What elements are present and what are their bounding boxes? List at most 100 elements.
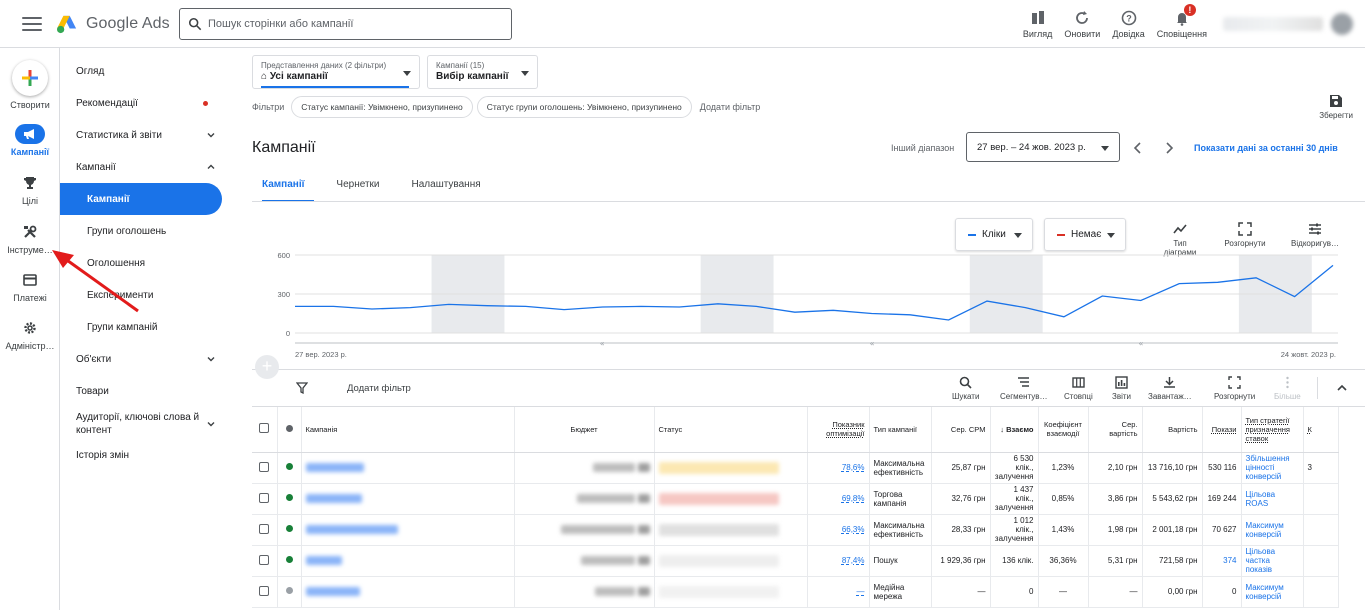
header-impressions[interactable]: Покази xyxy=(1202,407,1242,453)
chevron-right-icon[interactable] xyxy=(1164,142,1174,154)
chart-adjust-button[interactable]: Відкоригув… xyxy=(1288,222,1342,248)
nav-campaigns-group[interactable]: Кампанії xyxy=(60,151,230,183)
table-row[interactable]: 69,8% Торгова кампанія 32,76 грн 1 437 клік… xyxy=(252,483,1339,515)
tab-campaigns[interactable]: Кампанії xyxy=(252,176,315,202)
nav-audiences[interactable]: Аудиторії, ключові слова й контент xyxy=(60,406,230,442)
columns-button[interactable]: Стовпці xyxy=(1064,376,1093,401)
account-info[interactable] xyxy=(1223,17,1323,31)
select-all-checkbox[interactable] xyxy=(252,407,278,453)
nav-ads[interactable]: Оголошення xyxy=(60,247,230,279)
row-checkbox-cell[interactable] xyxy=(252,514,278,546)
chevron-left-icon[interactable] xyxy=(1133,142,1143,154)
search-input[interactable] xyxy=(208,18,498,30)
header-interactions[interactable]: ↓ Взаємо xyxy=(990,407,1039,453)
tab-settings[interactable]: Налаштування xyxy=(412,176,491,202)
budget-cell[interactable] xyxy=(514,452,655,484)
nav-ad-groups[interactable]: Групи оголошень xyxy=(60,215,230,247)
opt-score-cell[interactable]: 87,4% xyxy=(807,545,870,577)
segment-button[interactable]: Сегментув… xyxy=(1000,376,1048,401)
tab-drafts[interactable]: Чернетки xyxy=(336,176,389,202)
nav-recommendations[interactable]: Рекомендації xyxy=(60,87,230,119)
opt-score-value[interactable]: 78,6% xyxy=(842,463,865,472)
more-button[interactable]: Більше xyxy=(1274,376,1301,401)
opt-score-value[interactable]: 66,3% xyxy=(842,525,865,534)
campaign-name-cell[interactable] xyxy=(301,483,515,515)
rail-campaigns[interactable]: Кампанії xyxy=(0,124,60,157)
view-dropdown[interactable]: Представлення даних (2 фільтри) ⌂ Усі ка… xyxy=(252,55,420,89)
help-button[interactable]: ? Довідка xyxy=(1106,0,1150,48)
nav-insights[interactable]: Статистика й звіти xyxy=(60,119,230,151)
rail-admin[interactable]: Адміністр… xyxy=(0,318,60,351)
header-cost[interactable]: Вартість xyxy=(1142,407,1203,453)
bid-strategy-link[interactable]: Максимум конверсій xyxy=(1246,521,1284,539)
header-extra-column[interactable]: К xyxy=(1303,407,1339,453)
bid-strategy-cell[interactable]: Цільова частка показів xyxy=(1241,545,1304,577)
nav-products[interactable]: Товари xyxy=(60,375,230,407)
header-campaign-type[interactable]: Тип кампанії xyxy=(869,407,932,453)
expand-table-button[interactable]: Розгорнути xyxy=(1214,376,1255,401)
bid-strategy-cell[interactable]: Цільова ROAS xyxy=(1241,483,1304,515)
budget-cell[interactable] xyxy=(514,514,655,546)
chart-expand-button[interactable]: Розгорнути xyxy=(1222,222,1268,248)
add-filter-button[interactable]: Додати фільтр xyxy=(347,383,411,394)
bid-strategy-cell[interactable]: Максимум конверсій xyxy=(1241,576,1304,608)
show-last-30-days-link[interactable]: Показати дані за останні 30 днів xyxy=(1194,143,1338,153)
row-checkbox-cell[interactable] xyxy=(252,483,278,515)
opt-score-value[interactable]: 69,8% xyxy=(842,494,865,503)
nav-campaigns[interactable]: Кампанії xyxy=(60,183,222,215)
nav-assets[interactable]: Об'єкти xyxy=(60,343,230,375)
opt-score-value[interactable]: 87,4% xyxy=(842,556,865,565)
menu-icon[interactable] xyxy=(22,16,42,31)
notifications-button[interactable]: ! Сповіщення xyxy=(1151,0,1213,48)
save-button[interactable]: Зберегти xyxy=(1319,94,1353,120)
impressions-value[interactable]: 374 xyxy=(1223,556,1236,565)
header-bid-strategy[interactable]: Тип стратегії призначення ставок xyxy=(1241,407,1304,453)
budget-cell[interactable] xyxy=(514,576,655,608)
filter-icon[interactable] xyxy=(296,382,308,394)
header-budget[interactable]: Бюджет xyxy=(514,407,655,453)
add-filter-link[interactable]: Додати фільтр xyxy=(700,102,760,112)
google-ads-logo[interactable]: Google Ads xyxy=(56,14,170,34)
checkbox[interactable] xyxy=(259,523,270,534)
checkbox[interactable] xyxy=(259,554,270,565)
rail-billing[interactable]: Платежі xyxy=(0,270,60,303)
bid-strategy-link[interactable]: Максимум конверсій xyxy=(1246,583,1284,601)
row-checkbox-cell[interactable] xyxy=(252,452,278,484)
rail-goals[interactable]: Цілі xyxy=(0,173,60,206)
checkbox[interactable] xyxy=(259,461,270,472)
bid-strategy-link[interactable]: Збільшення цінності конверсій xyxy=(1246,454,1290,481)
bid-strategy-cell[interactable]: Максимум конверсій xyxy=(1241,514,1304,546)
row-checkbox-cell[interactable] xyxy=(252,545,278,577)
table-row[interactable]: — Медійна мережа —0— —0,00 грн 0 Максимум кон… xyxy=(252,576,1339,608)
header-avg-cpm[interactable]: Сер. CPM xyxy=(931,407,991,453)
table-row[interactable]: 66,3% Максимальна ефективність 28,33 грн 1 … xyxy=(252,514,1339,546)
search-box[interactable] xyxy=(179,8,512,40)
table-row[interactable]: 78,6% Максимальна ефективність 25,87 грн 6 … xyxy=(252,452,1339,484)
opt-score-value[interactable]: — xyxy=(857,587,865,596)
search-table-button[interactable]: Шукати xyxy=(952,376,979,401)
avatar[interactable] xyxy=(1331,13,1353,35)
opt-score-cell[interactable]: 66,3% xyxy=(807,514,870,546)
view-button[interactable]: Вигляд xyxy=(1017,0,1059,48)
bid-strategy-link[interactable]: Цільова ROAS xyxy=(1246,490,1276,508)
bid-strategy-link[interactable]: Цільова частка показів xyxy=(1246,547,1276,574)
nav-campaign-groups[interactable]: Групи кампаній xyxy=(60,311,230,343)
nav-experiments[interactable]: Експерименти xyxy=(60,279,230,311)
reports-button[interactable]: Звіти xyxy=(1112,376,1131,401)
row-checkbox-cell[interactable] xyxy=(252,576,278,608)
campaign-select-dropdown[interactable]: Кампанії (15) Вибір кампанії xyxy=(427,55,538,89)
header-status[interactable]: Статус xyxy=(654,407,808,453)
opt-score-cell[interactable]: 78,6% xyxy=(807,452,870,484)
nav-overview[interactable]: Огляд xyxy=(60,55,230,87)
refresh-button[interactable]: Оновити xyxy=(1058,0,1106,48)
checkbox[interactable] xyxy=(259,423,270,434)
date-range-dropdown[interactable]: 27 вер. – 24 жов. 2023 р. xyxy=(966,132,1120,162)
table-row[interactable]: 87,4% Пошук 1 929,36 грн 136 клік. 36,36% 5,3… xyxy=(252,545,1339,577)
campaign-name-cell[interactable] xyxy=(301,452,515,484)
campaign-name-cell[interactable] xyxy=(301,545,515,577)
checkbox[interactable] xyxy=(259,492,270,503)
header-optimization-score[interactable]: Показник оптимізації xyxy=(807,407,870,453)
budget-cell[interactable] xyxy=(514,545,655,577)
header-campaign[interactable]: Кампанія xyxy=(301,407,515,453)
chevron-up-icon[interactable] xyxy=(1336,382,1348,394)
